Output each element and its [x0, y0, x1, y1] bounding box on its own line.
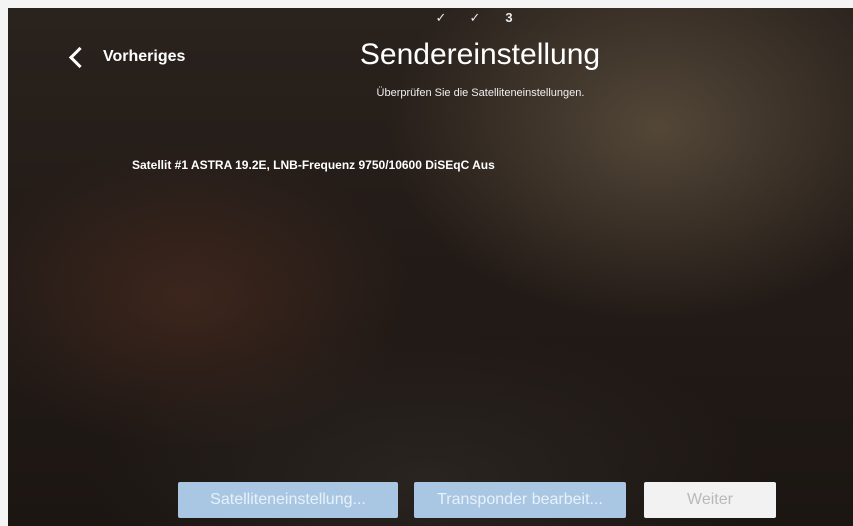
tv-screen: ✓ ✓ 3 Vorheriges Sendereinstellung Überp…	[8, 8, 853, 526]
step-3-number: 3	[505, 10, 513, 25]
page-subtitle: Überprüfen Sie die Satelliteneinstellung…	[376, 87, 585, 99]
step-1-check-icon: ✓	[435, 10, 447, 25]
back-button[interactable]: Vorheriges	[66, 46, 186, 68]
progress-steps: ✓ ✓ 3	[434, 10, 516, 26]
page-title: Sendereinstellung	[359, 38, 601, 71]
back-label: Vorheriges	[103, 48, 186, 65]
satellite-settings-button[interactable]: Satelliteneinstellung...	[178, 482, 398, 518]
next-button[interactable]: Weiter	[644, 482, 776, 518]
step-2-check-icon: ✓	[469, 10, 481, 25]
edit-transponder-button[interactable]: Transponder bearbeit...	[414, 482, 626, 518]
satellite-info: Satellit #1 ASTRA 19.2E, LNB-Frequenz 97…	[132, 158, 495, 172]
chevron-left-icon	[68, 46, 91, 68]
